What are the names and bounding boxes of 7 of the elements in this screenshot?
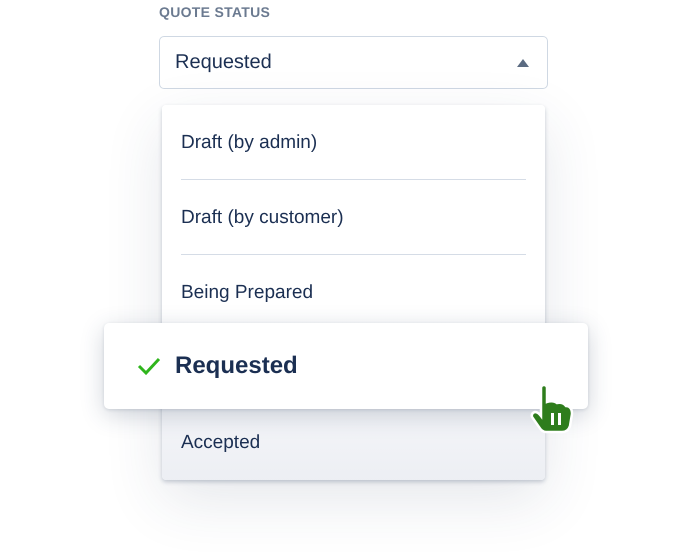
dropdown-option[interactable]: Draft (by customer) [162, 180, 545, 255]
dropdown-option[interactable]: Draft (by admin) [162, 105, 545, 180]
checkmark-icon [137, 356, 161, 376]
dropdown-option[interactable]: Being Prepared [162, 255, 545, 323]
hand-cursor-icon [530, 384, 574, 434]
field-label: QUOTE STATUS [159, 4, 272, 22]
status-select[interactable]: Requested [159, 36, 548, 89]
